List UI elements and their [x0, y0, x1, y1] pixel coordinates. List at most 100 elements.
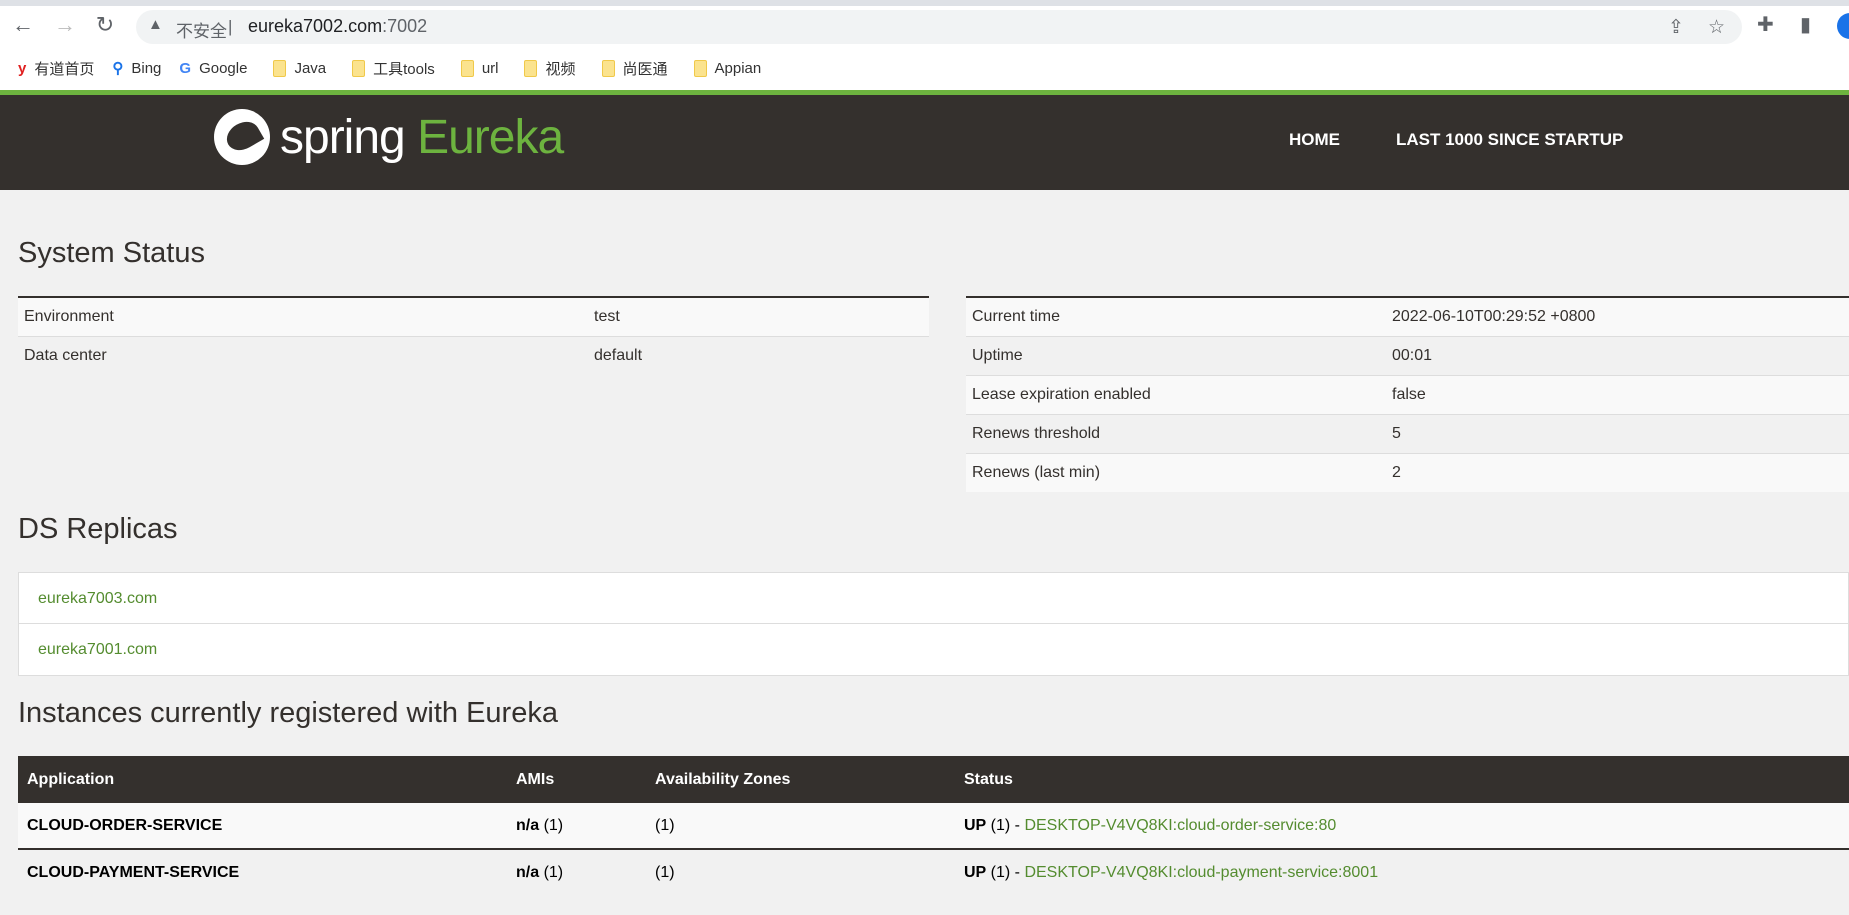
ami-count: (1): [539, 816, 564, 834]
star-icon[interactable]: ☆: [1708, 16, 1725, 39]
bookmark-label: 尚医通: [622, 60, 668, 78]
column-header: Availability Zones: [646, 756, 955, 803]
status-up: UP: [964, 863, 987, 881]
spring-leaf-icon: [214, 109, 270, 165]
application-name: CLOUD-ORDER-SERVICE: [27, 816, 223, 834]
bookmark-label: url: [481, 59, 499, 77]
divider: |: [228, 17, 233, 36]
table-row: Uptime 00:01: [966, 335, 1849, 375]
table-row: CLOUD-PAYMENT-SERVICE n/a (1) (1) UP (1)…: [18, 849, 1849, 895]
status-label: Lease expiration enabled: [966, 374, 1386, 414]
instance-link[interactable]: DESKTOP-V4VQ8KI:cloud-order-service:80: [1024, 817, 1336, 834]
status-value: 00:01: [1386, 335, 1849, 375]
profile-avatar[interactable]: [1837, 13, 1849, 39]
table-row: Renews (last min) 2: [966, 452, 1849, 492]
bookmark-item[interactable]: G Google: [179, 60, 247, 77]
instances-table: Application AMIs Availability Zones Stat…: [18, 756, 1849, 895]
table-row: CLOUD-ORDER-SERVICE n/a (1) (1) UP (1) -…: [18, 803, 1849, 850]
status-label: Data center: [18, 335, 588, 375]
forward-icon[interactable]: →: [50, 10, 80, 40]
system-status-left-table: Environment test Data center default: [18, 296, 929, 375]
logo-spring: spring: [280, 110, 406, 164]
status-value: default: [588, 335, 929, 375]
bookmark-item[interactable]: 视频: [524, 58, 576, 79]
browser-chrome: ← → ↻ ▲ 不安全 | eureka7002.com:7002 ⇪ ☆ ✚ …: [0, 0, 1849, 90]
instance-link[interactable]: DESKTOP-V4VQ8KI:cloud-payment-service:80…: [1024, 864, 1378, 881]
extensions-icon[interactable]: ✚: [1757, 12, 1774, 37]
ami-value: n/a: [516, 863, 540, 881]
reload-icon[interactable]: ↻: [90, 10, 120, 40]
bookmarks-bar: y 有道首页 ⚲ Bing G Google Java 工具tools url 视频 尚医通 Appi…: [0, 56, 761, 80]
table-header: Application AMIs Availability Zones Stat…: [18, 756, 1849, 803]
bookmark-item[interactable]: ⚲ Bing: [112, 59, 162, 78]
folder-icon: [524, 59, 538, 77]
bookmark-label: 有道首页: [34, 60, 95, 78]
nav-last-1000[interactable]: LAST 1000 SINCE STARTUP: [1396, 130, 1623, 150]
ds-replicas-title: DS Replicas: [18, 513, 178, 545]
folder-icon: [273, 59, 287, 77]
tab-strip: [0, 0, 1849, 6]
status-count: (1) -: [986, 816, 1025, 834]
ami-value: n/a: [516, 816, 540, 834]
table-row: Lease expiration enabled false: [966, 374, 1849, 414]
bookmark-item[interactable]: Appian: [693, 59, 762, 77]
url-text[interactable]: eureka7002.com:7002: [248, 16, 427, 37]
table-row: Renews threshold 5: [966, 413, 1849, 453]
bookmark-item[interactable]: 工具tools: [352, 58, 435, 79]
status-label: Uptime: [966, 335, 1386, 375]
list-item: eureka7001.com: [19, 624, 1848, 675]
folder-icon: [601, 59, 615, 77]
status-value: 2022-06-10T00:29:52 +0800: [1386, 296, 1849, 336]
folder-icon: [352, 59, 366, 77]
instances-title: Instances currently registered with Eure…: [18, 697, 558, 729]
replica-link[interactable]: eureka7001.com: [38, 641, 157, 658]
address-bar[interactable]: ▲ 不安全 | eureka7002.com:7002 ⇪ ☆: [136, 10, 1742, 44]
column-header: AMIs: [507, 756, 646, 803]
table-row: Current time 2022-06-10T00:29:52 +0800: [966, 296, 1849, 336]
column-header: Status: [955, 756, 1849, 803]
bookmark-label: 工具tools: [373, 60, 435, 78]
status-value: 2: [1386, 452, 1849, 492]
sidepanel-icon[interactable]: ▮: [1800, 12, 1811, 37]
status-label: Renews (last min): [966, 452, 1386, 492]
youdao-icon: y: [18, 59, 27, 77]
replicas-list: eureka7003.com eureka7001.com: [18, 572, 1849, 676]
status-label: Current time: [966, 296, 1386, 336]
list-item: eureka7003.com: [19, 573, 1848, 624]
back-icon[interactable]: ←: [8, 10, 38, 40]
bing-icon: ⚲: [112, 60, 124, 77]
bookmark-label: Appian: [714, 59, 762, 77]
zones-value: (1): [646, 803, 955, 850]
zones-value: (1): [646, 849, 955, 895]
status-label: Environment: [18, 296, 588, 336]
system-status-right-table: Current time 2022-06-10T00:29:52 +0800 Up…: [966, 296, 1849, 492]
ami-count: (1): [539, 863, 564, 881]
nav-home[interactable]: HOME: [1289, 130, 1340, 150]
bookmark-item[interactable]: 尚医通: [601, 58, 668, 79]
status-value: 5: [1386, 413, 1849, 453]
bookmark-label: 视频: [545, 60, 576, 78]
replica-link[interactable]: eureka7003.com: [38, 590, 157, 607]
bookmark-label: Bing: [131, 59, 162, 77]
status-value: test: [588, 296, 929, 336]
logo-eureka: Eureka: [417, 110, 564, 164]
system-status-title: System Status: [18, 237, 205, 269]
status-label: Renews threshold: [966, 413, 1386, 453]
bookmark-item[interactable]: Java: [273, 59, 326, 77]
status-up: UP: [964, 816, 987, 834]
folder-icon: [460, 59, 474, 77]
bookmark-item[interactable]: y 有道首页: [18, 58, 94, 79]
url-port: :7002: [382, 16, 428, 36]
table-row: Data center default: [18, 335, 929, 375]
bookmark-item[interactable]: url: [460, 59, 499, 77]
insecure-label: 不安全: [176, 22, 227, 41]
status-count: (1) -: [986, 863, 1025, 881]
table-row: Environment test: [18, 296, 929, 336]
bookmark-label: Google: [199, 59, 248, 77]
eureka-header: spring Eureka HOME LAST 1000 SINCE START…: [0, 95, 1849, 190]
status-value: false: [1386, 374, 1849, 414]
column-header: Application: [18, 756, 507, 803]
spring-eureka-logo[interactable]: spring Eureka: [214, 109, 564, 165]
application-name: CLOUD-PAYMENT-SERVICE: [27, 863, 240, 881]
share-icon[interactable]: ⇪: [1668, 16, 1684, 39]
